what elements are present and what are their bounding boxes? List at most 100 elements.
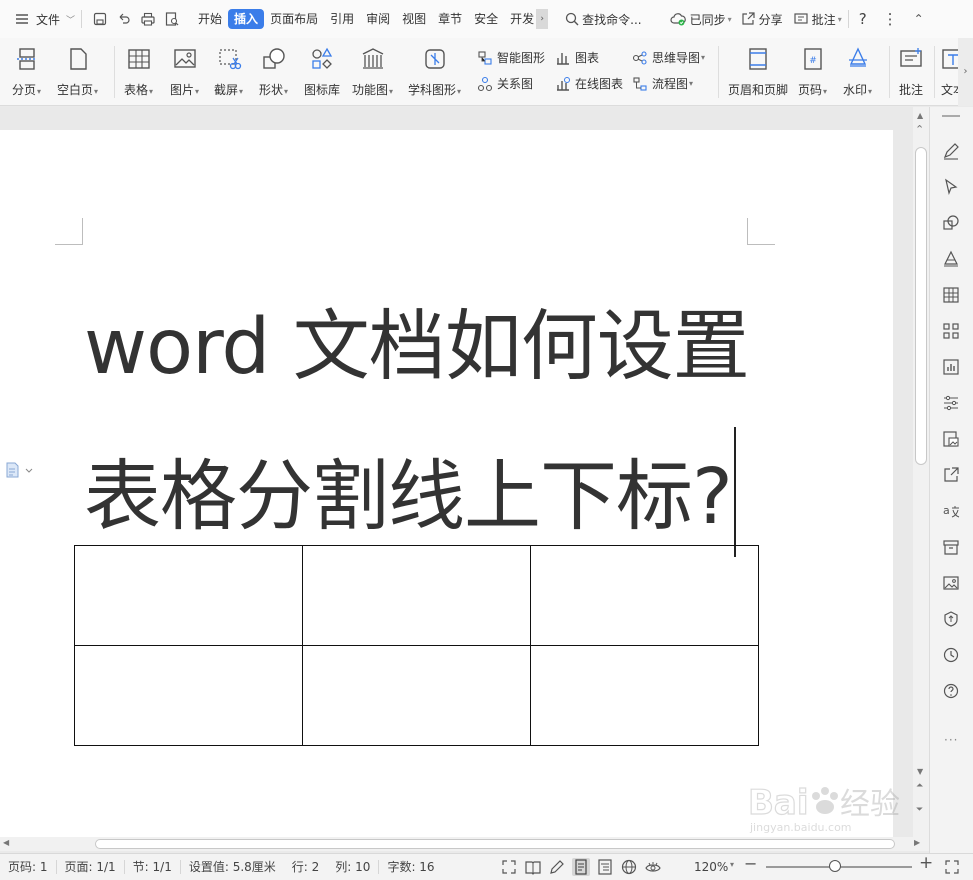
- comment-menu[interactable]: 批注 ▾: [793, 7, 842, 31]
- table-cell[interactable]: [302, 645, 531, 746]
- tabs-more-icon[interactable]: ›: [536, 9, 549, 29]
- table-cell[interactable]: [302, 545, 531, 646]
- web-view-icon[interactable]: [620, 858, 638, 876]
- picture-button[interactable]: 图片▾: [170, 46, 199, 98]
- zoom-in-icon[interactable]: +: [919, 853, 933, 873]
- comment-button[interactable]: 批注: [898, 46, 924, 98]
- tab-security[interactable]: 安全: [468, 9, 504, 29]
- share-button[interactable]: 分享: [740, 7, 783, 31]
- more-options-icon[interactable]: ⋮: [883, 10, 898, 28]
- translate-icon[interactable]: a: [942, 502, 960, 520]
- paragraph-layout-icon[interactable]: [6, 462, 34, 478]
- horizontal-scrollbar[interactable]: ◀ ▶: [0, 837, 929, 851]
- more-horizontal-icon[interactable]: ···: [944, 733, 958, 747]
- scroll-left-icon[interactable]: ◀: [3, 838, 9, 847]
- zoom-level[interactable]: 120%: [694, 860, 728, 874]
- fullscreen-icon[interactable]: [500, 858, 518, 876]
- history-icon[interactable]: [942, 646, 960, 664]
- apps-grid-icon[interactable]: [942, 322, 960, 340]
- status-section[interactable]: 节: 1/1: [125, 860, 181, 874]
- table-cell[interactable]: [74, 645, 303, 746]
- export-icon[interactable]: [942, 466, 960, 484]
- print-preview-icon[interactable]: [164, 11, 180, 27]
- page-view-icon[interactable]: [572, 858, 590, 876]
- pen-icon[interactable]: [942, 142, 960, 160]
- zoom-caret-icon[interactable]: ▾: [730, 860, 734, 869]
- flowchart-button[interactable]: 流程图 ▾: [632, 75, 693, 92]
- table-cell[interactable]: [530, 545, 759, 646]
- shape-button[interactable]: 形状▾: [259, 46, 288, 98]
- document-page[interactable]: word 文档如何设置 表格分割线上下标?: [0, 130, 893, 837]
- page-break-button[interactable]: 分页▾: [12, 46, 41, 98]
- picture-icon[interactable]: [942, 574, 960, 592]
- sync-status[interactable]: 已同步 ▾: [670, 7, 732, 31]
- status-word-count[interactable]: 字数: 16: [379, 860, 442, 874]
- fit-window-icon[interactable]: [944, 859, 960, 875]
- document-area[interactable]: word 文档如何设置 表格分割线上下标?: [0, 107, 913, 837]
- table-cell[interactable]: [74, 545, 303, 646]
- vertical-scrollbar[interactable]: ▲ ⌃ ▼ ⏶ ⏷: [913, 107, 929, 837]
- chart-icon[interactable]: [942, 358, 960, 376]
- tab-insert[interactable]: 插入: [228, 9, 265, 29]
- ribbon-divider: [114, 46, 115, 98]
- function-chart-button[interactable]: 功能图▾: [352, 46, 393, 98]
- icon-library-button[interactable]: 图标库: [304, 46, 340, 98]
- help-circle-icon[interactable]: [942, 682, 960, 700]
- science-shape-button[interactable]: 学科图形▾: [408, 46, 461, 98]
- undo-icon[interactable]: [116, 11, 132, 27]
- tab-view[interactable]: 视图: [396, 9, 432, 29]
- collapse-toolbar-icon[interactable]: ⌃: [915, 123, 924, 136]
- status-setting-value[interactable]: 设置值: 5.8厘米: [181, 860, 284, 874]
- tab-developer[interactable]: 开发: [504, 9, 536, 29]
- search-command[interactable]: 查找命令...: [564, 7, 642, 31]
- scroll-right-icon[interactable]: ▶: [914, 838, 920, 847]
- shield-icon[interactable]: [942, 610, 960, 628]
- image-doc-icon[interactable]: [942, 430, 960, 448]
- tab-page-layout[interactable]: 页面布局: [264, 9, 324, 29]
- archive-icon[interactable]: [942, 538, 960, 556]
- document-table[interactable]: [74, 545, 759, 746]
- help-icon[interactable]: ?: [859, 10, 867, 28]
- table-grid-icon[interactable]: [942, 286, 960, 304]
- zoom-out-icon[interactable]: −: [744, 854, 757, 873]
- tab-references[interactable]: 引用: [324, 9, 360, 29]
- chart-button[interactable]: 图表: [555, 49, 599, 66]
- reading-mode-icon[interactable]: [524, 858, 542, 876]
- style-icon[interactable]: [942, 250, 960, 268]
- save-icon[interactable]: [92, 11, 108, 27]
- table-cell[interactable]: [530, 645, 759, 746]
- blank-page-button[interactable]: 空白页▾: [57, 46, 98, 98]
- screenshot-button[interactable]: 截屏▾: [214, 46, 243, 98]
- header-footer-button[interactable]: 页眉和页脚: [728, 46, 788, 98]
- table-button[interactable]: 表格▾: [124, 46, 153, 98]
- outline-view-icon[interactable]: [596, 858, 614, 876]
- status-column: 列: 10: [327, 860, 380, 874]
- tab-chapter[interactable]: 章节: [432, 9, 468, 29]
- scroll-down-icon[interactable]: ▼: [917, 767, 923, 776]
- relation-chart-button[interactable]: 关系图: [477, 75, 533, 92]
- mindmap-button[interactable]: 思维导图 ▾: [632, 49, 705, 66]
- settings-sliders-icon[interactable]: [942, 394, 960, 412]
- write-mode-icon[interactable]: [548, 858, 566, 876]
- online-chart-button[interactable]: 在线图表: [555, 75, 623, 92]
- scroll-up-icon[interactable]: ▲: [917, 111, 923, 120]
- status-page-count[interactable]: 页面: 1/1: [57, 860, 125, 874]
- watermark-button[interactable]: 水印▾: [843, 46, 872, 98]
- document-title[interactable]: word 文档如何设置 表格分割线上下标?: [84, 273, 784, 573]
- tab-start[interactable]: 开始: [192, 9, 228, 29]
- cursor-select-icon[interactable]: [942, 178, 960, 196]
- page-number-button[interactable]: # 页码▾: [798, 46, 827, 98]
- collapse-icon[interactable]: ⌃: [914, 12, 924, 26]
- file-menu[interactable]: 文件 ﹀: [14, 7, 75, 31]
- status-page-number[interactable]: 页码: 1: [0, 860, 57, 874]
- ribbon-scroll-right-icon[interactable]: ›: [958, 38, 973, 106]
- tab-review[interactable]: 审阅: [360, 9, 396, 29]
- horizontal-scroll-thumb[interactable]: [95, 839, 895, 849]
- smart-shape-button[interactable]: 智能图形: [477, 49, 545, 66]
- zoom-slider-thumb[interactable]: [828, 860, 841, 872]
- drag-handle[interactable]: [942, 115, 960, 117]
- eye-protection-icon[interactable]: [644, 858, 662, 876]
- vertical-scroll-thumb[interactable]: [915, 147, 927, 465]
- print-icon[interactable]: [140, 11, 156, 27]
- shapes-icon[interactable]: [942, 214, 960, 232]
